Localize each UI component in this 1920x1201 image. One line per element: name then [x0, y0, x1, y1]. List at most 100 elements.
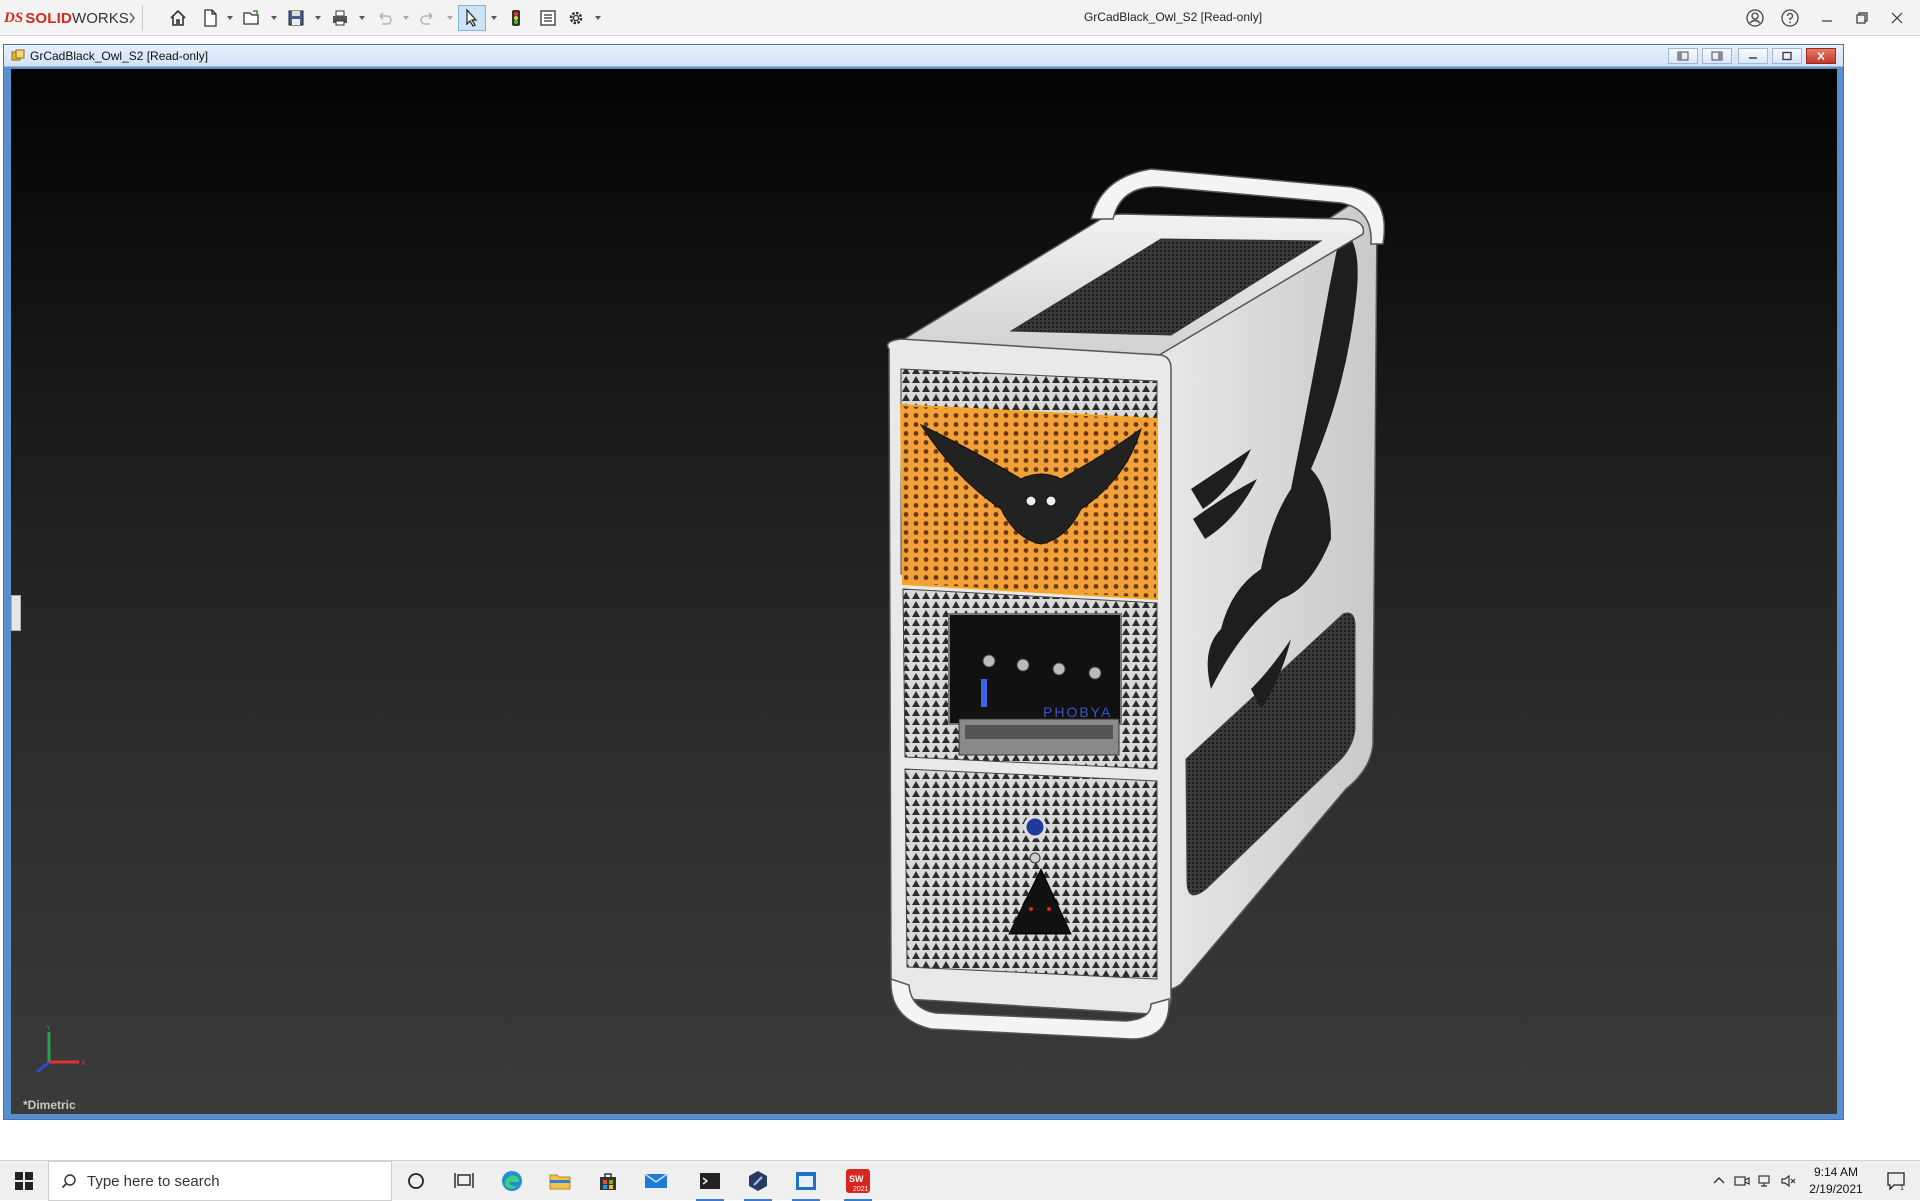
volume-tray-button[interactable]	[1779, 1172, 1797, 1190]
close-icon	[1817, 52, 1825, 60]
open-button[interactable]	[238, 5, 266, 31]
toolbar-separator	[142, 5, 143, 31]
network-tray-button[interactable]	[1756, 1172, 1774, 1190]
tile-left-icon	[1677, 51, 1689, 61]
undo-button[interactable]	[370, 5, 398, 31]
svg-text:SW: SW	[849, 1174, 864, 1184]
mail-app-button[interactable]	[632, 1161, 680, 1201]
redo-button[interactable]	[414, 5, 442, 31]
file-properties-icon	[540, 10, 556, 26]
display-bargraph	[981, 679, 987, 707]
restore-button[interactable]	[1847, 4, 1877, 32]
user-account-button[interactable]	[1740, 4, 1770, 32]
task-view-button[interactable]	[440, 1161, 488, 1201]
terminal-app-button[interactable]	[686, 1161, 734, 1201]
notification-icon: 1	[1887, 1172, 1905, 1191]
user-icon	[1746, 9, 1764, 27]
taskbar-search-box[interactable]: Type here to search	[48, 1161, 392, 1201]
graphics-area[interactable]: PHOBYA Y X *Dimetric	[11, 69, 1837, 1114]
pc-case-model[interactable]: PHOBYA	[11, 69, 1837, 1114]
document-window-header: GrCadBlack_Owl_S2 [Read-only]	[4, 45, 1843, 67]
rebuild-button[interactable]	[502, 5, 530, 31]
save-icon	[288, 10, 304, 26]
redo-icon	[420, 12, 433, 25]
tile-right-button[interactable]	[1702, 48, 1732, 64]
print-dropdown-arrow-icon[interactable]	[358, 15, 366, 21]
volume-muted-icon	[1781, 1174, 1796, 1188]
front-display-text: PHOBYA	[1043, 704, 1112, 720]
meet-now-tray-button[interactable]	[1733, 1172, 1751, 1190]
window-app-button[interactable]	[782, 1161, 830, 1201]
solidworks-logo[interactable]: DS SOLID WORKS	[4, 6, 129, 30]
mail-icon	[644, 1173, 668, 1188]
home-icon	[170, 9, 186, 26]
new-document-button[interactable]	[196, 5, 224, 31]
store-icon	[600, 1173, 616, 1190]
undo-dropdown-arrow-icon[interactable]	[402, 15, 410, 21]
view-orientation-label: *Dimetric	[23, 1098, 76, 1112]
options-dropdown-arrow-icon[interactable]	[594, 15, 602, 21]
network-icon	[1758, 1175, 1770, 1187]
file-explorer-button[interactable]	[536, 1161, 584, 1201]
show-hidden-icons-button[interactable]	[1710, 1172, 1728, 1190]
print-icon	[333, 10, 347, 26]
select-dropdown-arrow-icon[interactable]	[490, 15, 498, 21]
action-center-button[interactable]: 1	[1874, 1161, 1920, 1201]
help-button[interactable]	[1775, 4, 1805, 32]
undo-icon	[379, 12, 392, 25]
help-icon	[1781, 9, 1799, 27]
close-button[interactable]	[1882, 4, 1912, 32]
chevron-right-icon[interactable]	[128, 11, 136, 25]
reference-triad: Y X	[36, 1025, 86, 1074]
windows-logo-icon	[15, 1172, 33, 1190]
pinned-app-button[interactable]	[734, 1161, 782, 1201]
select-button[interactable]	[458, 5, 486, 31]
logo-works: WORKS	[72, 9, 129, 27]
doc-close-button[interactable]	[1806, 48, 1836, 64]
cortana-button[interactable]	[392, 1161, 440, 1201]
save-dropdown-arrow-icon[interactable]	[314, 15, 322, 21]
system-clock[interactable]: 9:14 AM 2/19/2021	[1800, 1164, 1872, 1198]
triad-y-label: Y	[46, 1025, 51, 1032]
logo-ds: DS	[4, 9, 24, 26]
close-icon	[1891, 12, 1903, 24]
video-camera-icon	[1734, 1176, 1750, 1186]
search-icon	[61, 1174, 76, 1189]
print-button[interactable]	[326, 5, 354, 31]
cortana-icon	[408, 1173, 424, 1189]
window-title: GrCadBlack_Owl_S2 [Read-only]	[1083, 10, 1263, 24]
minimize-icon	[1822, 20, 1832, 22]
triad-x-label: X	[81, 1060, 86, 1067]
edge-app-button[interactable]	[488, 1161, 536, 1201]
gear-icon	[569, 11, 583, 25]
file-properties-button[interactable]	[534, 5, 562, 31]
app-icon	[749, 1171, 767, 1191]
logo-solid: SOLID	[25, 9, 73, 27]
solidworks-taskbar-button[interactable]: SW 2021	[834, 1161, 882, 1201]
redo-dropdown-arrow-icon[interactable]	[446, 15, 454, 21]
document-title: GrCadBlack_Owl_S2 [Read-only]	[30, 49, 209, 63]
open-icon	[243, 10, 259, 25]
microsoft-store-button[interactable]	[584, 1161, 632, 1201]
options-button[interactable]	[562, 5, 590, 31]
tile-left-button[interactable]	[1668, 48, 1698, 64]
doc-maximize-button[interactable]	[1772, 48, 1802, 64]
notification-count: 1	[1900, 1185, 1904, 1191]
maximize-icon	[1782, 51, 1792, 61]
search-placeholder: Type here to search	[87, 1172, 220, 1190]
minimize-icon	[1749, 57, 1757, 59]
start-button[interactable]	[0, 1161, 48, 1201]
assembly-icon	[11, 49, 25, 61]
open-dropdown-arrow-icon[interactable]	[270, 15, 278, 21]
home-button[interactable]	[164, 5, 192, 31]
optical-drive-tray	[965, 725, 1113, 739]
tile-right-icon	[1711, 51, 1723, 61]
front-lower-mesh	[904, 768, 1158, 980]
solidworks-version-badge: 2021	[853, 1186, 869, 1193]
new-document-icon	[204, 9, 217, 27]
minimize-button[interactable]	[1812, 4, 1842, 32]
new-dropdown-arrow-icon[interactable]	[226, 15, 234, 21]
save-button[interactable]	[282, 5, 310, 31]
doc-minimize-button[interactable]	[1738, 48, 1768, 64]
terminal-icon	[700, 1173, 720, 1189]
